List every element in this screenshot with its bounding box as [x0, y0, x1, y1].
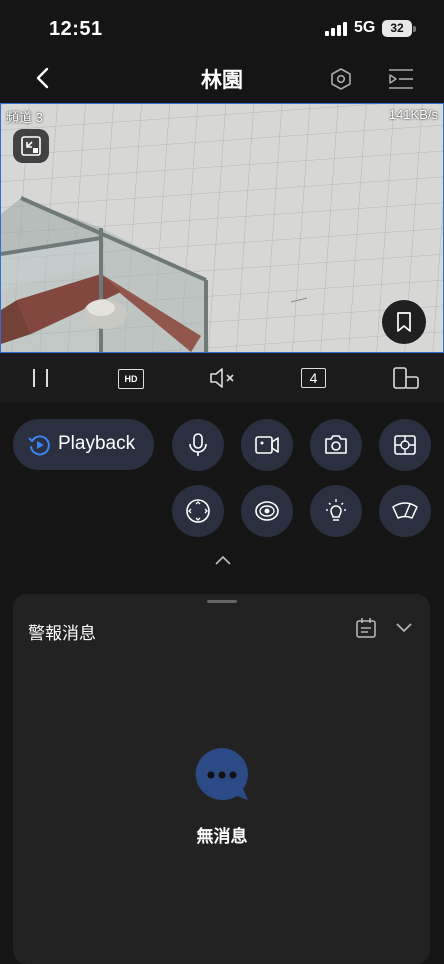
chevron-up-icon[interactable]: [212, 553, 234, 567]
hd-quality-button[interactable]: HD: [118, 369, 144, 389]
preset-button[interactable]: [379, 419, 431, 471]
page-title: 林園: [201, 69, 243, 92]
light-button[interactable]: [310, 485, 362, 537]
empty-message-icon: [195, 748, 248, 800]
eye-icon: [255, 501, 279, 521]
wiper-button[interactable]: [379, 485, 431, 537]
chevron-down-icon[interactable]: [395, 621, 413, 633]
network-label: 5G: [354, 19, 376, 36]
playback-icon: [28, 435, 50, 456]
video-record-icon: [255, 436, 279, 454]
battery-icon: 32: [382, 20, 412, 37]
wiper-icon: [392, 502, 418, 519]
bitrate-label: 141KB/s: [388, 107, 438, 122]
snapshot-button[interactable]: [310, 419, 362, 471]
empty-message-label: 無消息: [196, 827, 248, 846]
channel-label: 頻道 3: [6, 110, 43, 125]
alarm-title: 警報消息: [28, 624, 96, 643]
microphone-icon: [189, 433, 207, 456]
camera-icon: [325, 435, 347, 454]
talk-button[interactable]: [172, 419, 224, 471]
bookmark-icon: [397, 312, 411, 332]
bookmark-button[interactable]: [382, 300, 426, 344]
light-bulb-icon: [326, 499, 346, 521]
camera-frame: [1, 104, 443, 352]
record-button[interactable]: [241, 419, 293, 471]
rotate-screen-icon[interactable]: [392, 365, 420, 391]
split-screen-button[interactable]: 4: [301, 368, 326, 388]
status-time: 12:51: [49, 18, 103, 40]
ptz-button[interactable]: [172, 485, 224, 537]
pause-icon[interactable]: [30, 365, 52, 391]
drag-handle[interactable]: [207, 600, 237, 603]
shrink-icon: [21, 136, 41, 156]
live-video[interactable]: [0, 103, 444, 353]
mute-icon[interactable]: [208, 365, 236, 391]
ptz-icon: [186, 499, 210, 523]
playback-label: Playback: [58, 433, 136, 454]
battery-cap: [413, 26, 416, 32]
preset-icon: [394, 435, 416, 455]
playlist-icon[interactable]: [388, 68, 414, 90]
exit-fullscreen-button[interactable]: [13, 129, 49, 163]
calendar-icon[interactable]: [355, 617, 377, 639]
settings-icon[interactable]: [329, 67, 353, 91]
fisheye-button[interactable]: [241, 485, 293, 537]
signal-icon: [325, 22, 347, 36]
